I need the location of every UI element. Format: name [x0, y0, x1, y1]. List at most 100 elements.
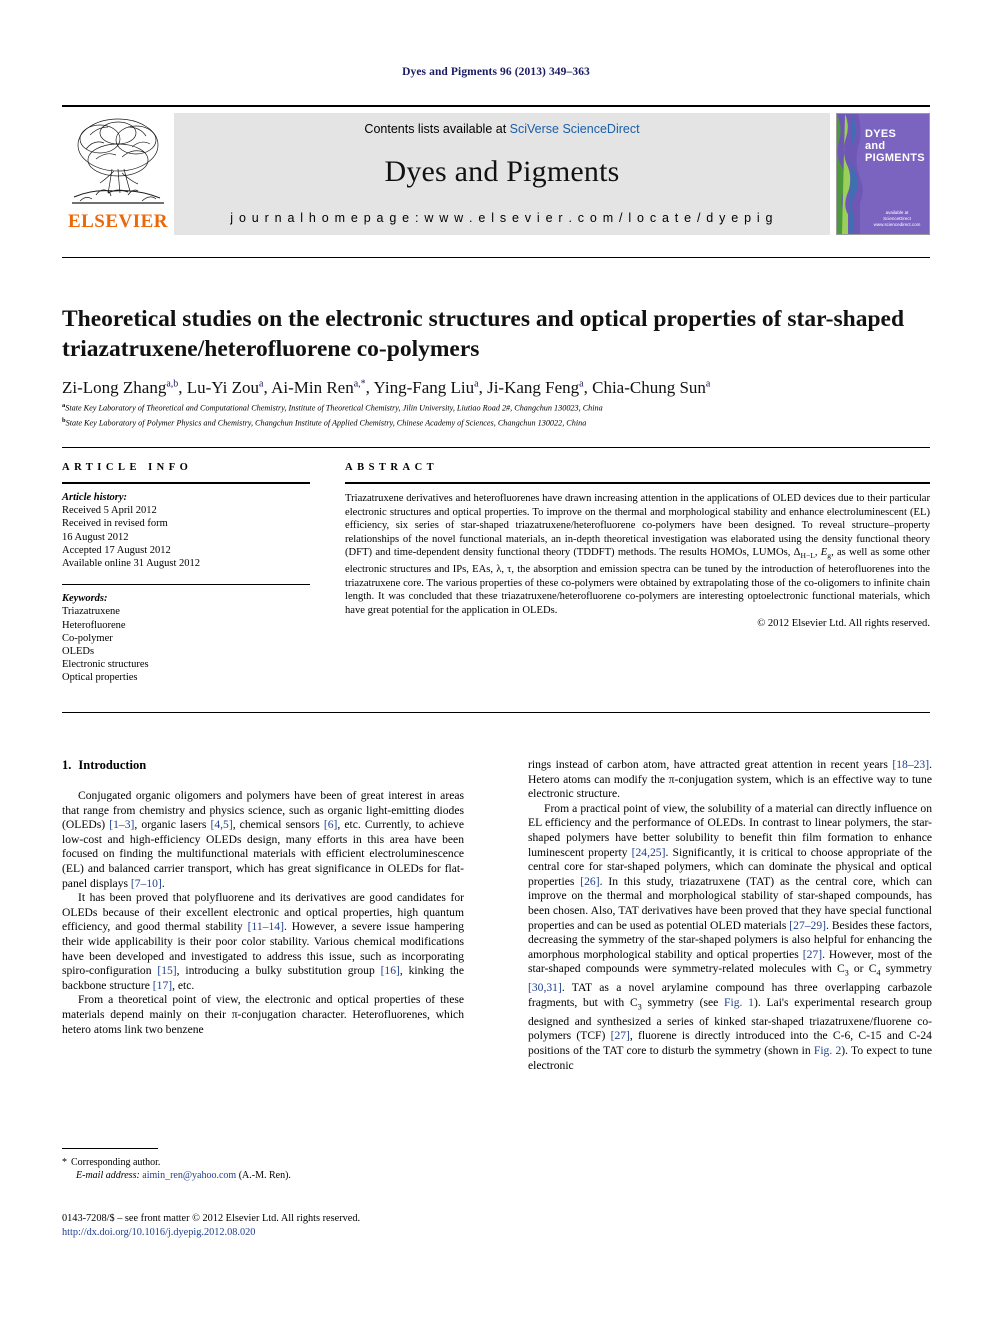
keyword-item: Triazatruxene	[62, 606, 120, 618]
paragraph: Conjugated organic oligomers and polymer…	[62, 789, 465, 890]
corresponding-author-text: Corresponding author.	[71, 1157, 161, 1168]
abstract-rule	[345, 482, 930, 484]
asterisk-icon: *	[62, 1157, 67, 1168]
abstract-heading: ABSTRACT	[345, 462, 439, 473]
elsevier-wordmark: ELSEVIER	[67, 211, 169, 232]
citation-ref[interactable]: [27]	[611, 1029, 630, 1042]
cover-title: DYES and PIGMENTS	[865, 128, 925, 164]
citation-ref[interactable]: Fig. 1	[724, 996, 754, 1009]
paragraph: From a theoretical point of view, the el…	[62, 993, 464, 1036]
citation-ref[interactable]: Fig. 2	[814, 1044, 841, 1057]
journal-masthead: ELSEVIER Contents lists available at Sci…	[62, 105, 930, 235]
citation-ref[interactable]: [1–3]	[109, 818, 134, 831]
email-label: E-mail address:	[76, 1170, 140, 1181]
keyword-item: Electronic structures	[62, 659, 149, 671]
cover-line-3: PIGMENTS	[865, 152, 925, 164]
issn-copyright-line: 0143-7208/$ – see front matter © 2012 El…	[62, 1213, 361, 1224]
author-list: Zi-Long Zhanga,b, Lu-Yi Zoua, Ai-Min Ren…	[62, 378, 711, 397]
info-divider	[62, 447, 930, 448]
citation-ref[interactable]: [18–23]	[892, 758, 929, 771]
section-number: 1.	[62, 758, 72, 772]
article-info-column: ARTICLE INFO Article history: Received 5…	[62, 462, 310, 685]
paper-page: Dyes and Pigments 96 (2013) 349–363 ELSE…	[0, 0, 992, 1323]
corresponding-author-note: * Corresponding author.	[62, 1156, 464, 1169]
body-column-right: rings instead of carbon atom, have attra…	[528, 758, 932, 1073]
citation-ref[interactable]: [15]	[157, 964, 176, 977]
footnote-divider	[62, 1148, 158, 1149]
keywords-block: Keywords: Triazatruxene Heterofluorene C…	[62, 592, 310, 684]
keyword-item: Co-polymer	[62, 632, 113, 644]
paragraph: rings instead of carbon atom, have attra…	[528, 758, 932, 801]
abstract-copyright: © 2012 Elsevier Ltd. All rights reserved…	[757, 618, 930, 630]
author-name: Chia-Chung Sun	[592, 378, 706, 397]
sciencedirect-link[interactable]: SciVerse ScienceDirect	[510, 122, 640, 136]
email-link[interactable]: aimin_ren@yahoo.com	[142, 1170, 236, 1181]
author-affiliation-mark: a,b	[166, 378, 179, 390]
history-item: Available online 31 August 2012	[62, 558, 201, 570]
author-affiliation-mark: a,*	[353, 378, 366, 390]
history-item: Accepted 17 August 2012	[62, 544, 171, 556]
cover-badge-url: www.sciencedirect.com	[873, 222, 921, 227]
citation-ref[interactable]: [6]	[324, 818, 338, 831]
author-name: Ji-Kang Feng	[487, 378, 580, 397]
cover-artwork	[837, 114, 863, 234]
footnote-block: * Corresponding author. E-mail address: a…	[62, 1148, 464, 1182]
running-head: Dyes and Pigments 96 (2013) 349–363	[402, 66, 590, 78]
journal-band: Contents lists available at SciVerse Sci…	[174, 113, 830, 235]
body-column-left: 1. Introduction Conjugated organic oligom…	[62, 758, 464, 1037]
author-affiliation-mark: a	[259, 378, 264, 390]
author-affiliation-mark: a	[705, 378, 711, 390]
doi-link[interactable]: http://dx.doi.org/10.1016/j.dyepig.2012.…	[62, 1226, 502, 1240]
citation-ref[interactable]: [7–10]	[131, 877, 162, 890]
citation-ref[interactable]: [26]	[580, 875, 599, 888]
article-info-rule	[62, 482, 310, 484]
elsevier-tree-icon	[72, 118, 164, 204]
abstract-bottom-divider	[62, 712, 930, 713]
citation-ref[interactable]: [27–29]	[789, 919, 826, 932]
author-name: Ai-Min Ren	[271, 378, 354, 397]
imprint-block: 0143-7208/$ – see front matter © 2012 El…	[62, 1212, 502, 1240]
affiliation-list: aState Key Laboratory of Theoretical and…	[62, 400, 942, 430]
cover-line-2: and	[865, 140, 886, 152]
history-item: 16 August 2012	[62, 531, 129, 543]
keyword-item: Heterofluorene	[62, 619, 126, 631]
journal-title: Dyes and Pigments	[384, 155, 620, 188]
affiliation-item: aState Key Laboratory of Theoretical and…	[62, 400, 942, 415]
author-name: Lu-Yi Zou	[186, 378, 260, 397]
citation-ref[interactable]: [16]	[381, 964, 400, 977]
paragraph: It has been proved that polyfluorene and…	[62, 891, 464, 992]
section-heading-introduction: 1. Introduction	[62, 758, 464, 773]
journal-homepage[interactable]: j o u r n a l h o m e p a g e : w w w . …	[174, 211, 830, 225]
article-history: Article history: Received 5 April 2012 R…	[62, 491, 310, 570]
email-suffix: (A.-M. Ren).	[238, 1170, 291, 1181]
cover-line-1: DYES	[865, 128, 897, 140]
keywords-divider	[62, 584, 310, 586]
affiliation-text: State Key Laboratory of Polymer Physics …	[65, 418, 587, 428]
author-name: Zi-Long Zhang	[62, 378, 167, 397]
contents-prefix: Contents lists available at	[364, 122, 510, 136]
abstract-column: ABSTRACT Triazatruxene derivatives and h…	[345, 462, 930, 629]
affiliation-text: State Key Laboratory of Theoretical and …	[65, 403, 603, 413]
citation-ref[interactable]: [11–14]	[248, 920, 284, 933]
journal-cover-thumbnail[interactable]: DYES and PIGMENTS available at ScienceDi…	[836, 113, 930, 235]
cover-sciencedirect-badge: available at ScienceDirect www.sciencedi…	[869, 210, 925, 228]
author-affiliation-mark: a	[579, 378, 584, 390]
elsevier-logo: ELSEVIER	[62, 113, 174, 235]
citation-ref[interactable]: [4,5]	[210, 818, 232, 831]
author-name: Ying-Fang Liu	[373, 378, 475, 397]
title-divider	[62, 257, 930, 258]
page-title: Theoretical studies on the electronic st…	[62, 305, 905, 362]
history-item: Received in revised form	[62, 518, 168, 530]
section-title: Introduction	[78, 758, 147, 772]
keyword-item: OLEDs	[62, 646, 95, 658]
citation-ref[interactable]: [24,25]	[632, 846, 666, 859]
affiliation-item: bState Key Laboratory of Polymer Physics…	[62, 415, 942, 430]
citation-ref[interactable]: [30,31]	[528, 981, 562, 994]
contents-available-line: Contents lists available at SciVerse Sci…	[174, 122, 830, 136]
citation-ref[interactable]: [27]	[803, 948, 822, 961]
keywords-label: Keywords:	[62, 593, 108, 605]
email-note: E-mail address: aimin_ren@yahoo.com (A.-…	[62, 1169, 464, 1182]
history-item: Received 5 April 2012	[62, 505, 157, 517]
citation-ref[interactable]: [17]	[153, 979, 172, 992]
article-history-label: Article history:	[62, 492, 128, 503]
